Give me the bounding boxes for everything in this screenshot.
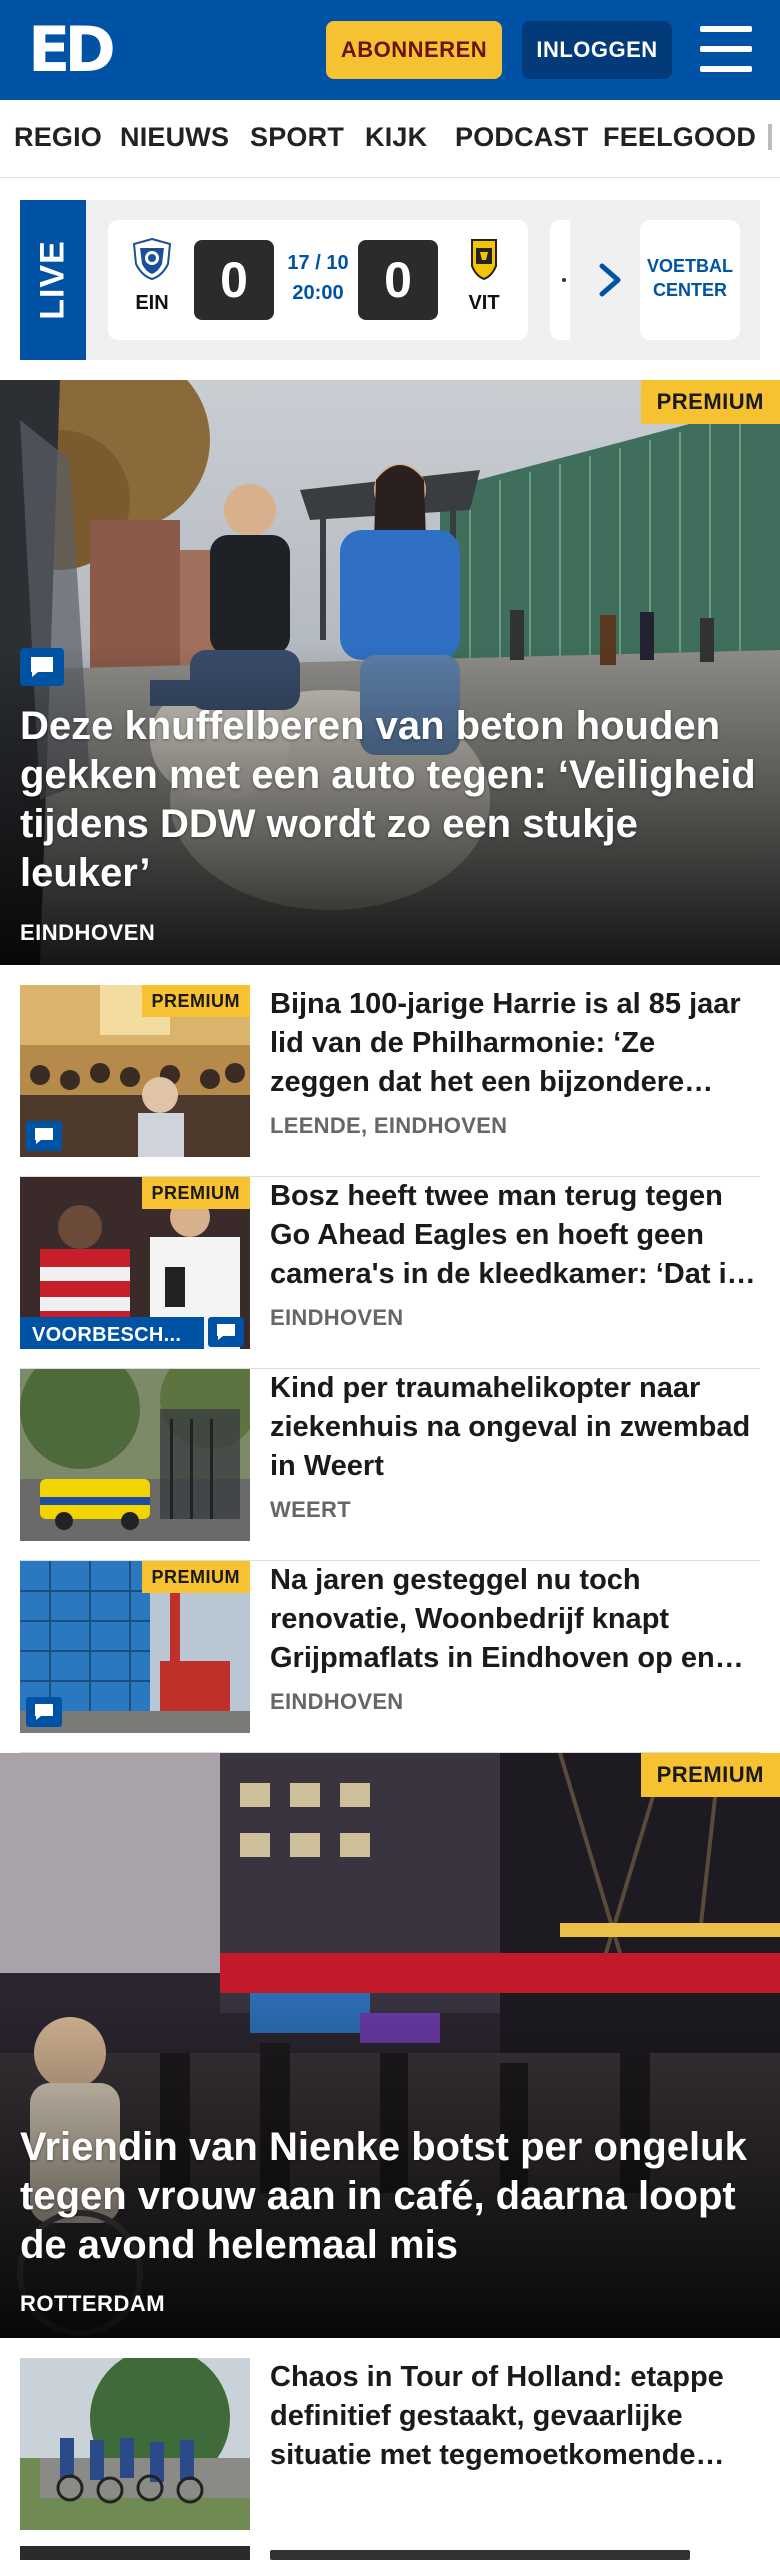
match-datetime: 17 / 10 20:00 (280, 248, 356, 308)
hero-article-2[interactable]: PREMIUM Vriendin van Nienke botst per on… (0, 1753, 780, 2338)
premium-badge: PREMIUM (141, 985, 250, 1017)
article-item-3[interactable]: Kind per traumahelikopter naar ziekenhui… (20, 1369, 760, 1561)
hero-location-2: ROTTERDAM (20, 2291, 166, 2316)
hero-article-1[interactable]: PREMIUM Deze knuffelberen van beton houd… (0, 380, 780, 965)
premium-badge: PREMIUM (640, 380, 780, 424)
home-score: 0 (194, 240, 274, 320)
live-label: LIVE (33, 240, 72, 320)
article-thumbnail-5 (20, 2358, 250, 2530)
nav-item-sport[interactable]: SPORT (250, 122, 344, 153)
hamburger-menu-icon[interactable] (700, 26, 752, 72)
home-team-code: EIN (135, 292, 169, 314)
nav-item-feelgood[interactable]: FEELGOOD (603, 122, 756, 153)
site-logo[interactable]: ED (28, 19, 118, 81)
next-article-peek (20, 2546, 760, 2560)
live-tag: LIVE (20, 200, 86, 360)
nav-item-kijk[interactable]: KIJK (365, 122, 427, 153)
article-thumbnail-1: PREMIUM (20, 985, 250, 1157)
match-time: 20:00 (292, 282, 344, 304)
article-item-5[interactable]: Chaos in Tour of Holland: etappe definit… (20, 2358, 760, 2538)
article-title-5[interactable]: Chaos in Tour of Holland: etappe definit… (270, 2358, 760, 2475)
chevron-right-icon[interactable] (590, 260, 630, 300)
article-title-1[interactable]: Bijna 100-jarige Harrie is al 85 jaar li… (270, 985, 760, 1102)
article-item-4[interactable]: PREMIUM Na jaren gesteggel nu toch renov… (20, 1561, 760, 1753)
nav-overflow-indicator (768, 124, 772, 150)
article-location-1: LEENDE, EINDHOVEN (270, 1113, 508, 1138)
next-match-card-peek[interactable] (550, 220, 570, 340)
site-header: ED ABONNEREN INLOGGEN (0, 0, 780, 100)
hero-title-1[interactable]: Deze knuffelberen van beton houden gekke… (20, 702, 760, 898)
article-thumbnail-2: PREMIUM VOORBESCH... (20, 1177, 250, 1349)
article-thumbnail-4: PREMIUM (20, 1561, 250, 1733)
article-item-2[interactable]: PREMIUM VOORBESCH... Bosz heeft twee man… (20, 1177, 760, 1369)
login-button[interactable]: INLOGGEN (522, 21, 672, 79)
article-title-3[interactable]: Kind per traumahelikopter naar ziekenhui… (270, 1369, 760, 1486)
nav-item-podcast[interactable]: PODCAST (455, 122, 588, 153)
live-scores-bar: LIVE EIN 0 17 / 10 20:00 0 VIT VOETBAL C… (20, 200, 760, 360)
hero-title-2[interactable]: Vriendin van Nienke botst per ongeluk te… (20, 2123, 760, 2270)
article-location-3: WEERT (270, 1497, 351, 1522)
premium-badge: PREMIUM (640, 1753, 780, 1797)
subscribe-button[interactable]: ABONNEREN (326, 21, 502, 79)
article-item-1[interactable]: PREMIUM Bijna 100-jarige Harrie is al 85… (20, 985, 760, 1177)
comment-icon (20, 648, 64, 686)
article-title-4[interactable]: Na jaren gesteggel nu toch renovatie, Wo… (270, 1561, 760, 1678)
article-location-2: EINDHOVEN (270, 1305, 404, 1330)
away-team-code: VIT (468, 292, 500, 314)
premium-badge: PREMIUM (141, 1177, 250, 1209)
nav-item-regio[interactable]: REGIO (14, 122, 102, 153)
comment-icon (26, 1121, 62, 1151)
away-score: 0 (358, 240, 438, 320)
comment-icon (26, 1697, 62, 1727)
match-card[interactable]: EIN 0 17 / 10 20:00 0 VIT (108, 220, 528, 340)
comment-icon (208, 1317, 244, 1347)
premium-badge: PREMIUM (141, 1561, 250, 1593)
article-location-4: EINDHOVEN (270, 1689, 404, 1714)
football-center-link[interactable]: VOETBAL CENTER (640, 220, 740, 340)
article-thumbnail-3 (20, 1369, 250, 1541)
preview-badge: VOORBESCH... (20, 1317, 204, 1349)
article-title-2[interactable]: Bosz heeft twee man terug tegen Go Ahead… (270, 1177, 760, 1294)
nav-item-nieuws[interactable]: NIEUWS (120, 122, 229, 153)
psv-crest-icon (132, 238, 172, 280)
section-nav: REGIO NIEUWS SPORT KIJK PODCAST FEELGOOD (0, 100, 780, 178)
vitesse-crest-icon (471, 239, 497, 280)
match-date: 17 / 10 (287, 252, 349, 274)
hero-location-1: EINDHOVEN (20, 920, 156, 945)
